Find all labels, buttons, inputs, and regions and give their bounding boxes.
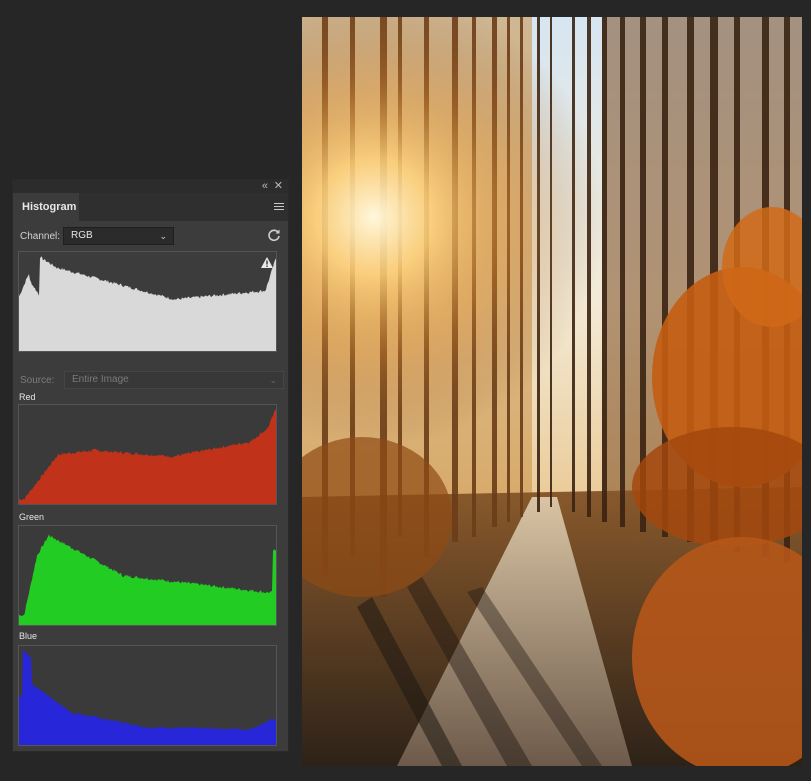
blue-histogram [18,645,277,746]
blue-channel-label: Blue [19,631,38,641]
red-histogram-area [19,409,276,504]
green-histogram-area [19,534,276,625]
panel-menu-icon[interactable] [274,203,284,211]
rgb-histogram-area [19,256,276,351]
chevron-down-icon: ⌄ [159,231,167,241]
panel-tab-row: Histogram [13,193,288,221]
source-select-value: Entire Image [72,374,129,385]
forest-photo [302,17,802,766]
channel-select-value: RGB [71,230,93,241]
red-histogram [18,404,277,505]
double-chevron-left-icon[interactable]: « [262,179,268,193]
histogram-panel: « ✕ Histogram Channel: RGB ⌄ Source: Ent… [12,179,289,752]
channel-select[interactable]: RGB ⌄ [63,227,174,245]
tab-histogram[interactable]: Histogram [13,193,79,221]
green-channel-label: Green [19,512,45,522]
close-icon[interactable]: ✕ [274,179,283,193]
source-select[interactable]: Entire Image ⌄ [64,371,284,389]
panel-title-bar[interactable]: « ✕ [13,180,288,193]
forest-photo-image [302,17,802,766]
green-histogram [18,525,277,626]
chevron-down-icon: ⌄ [269,375,277,385]
source-label: Source: [20,375,55,386]
red-channel-label: Red [19,392,36,402]
blue-histogram-area [19,649,276,745]
refresh-icon[interactable] [267,228,281,242]
channel-label: Channel: [20,231,61,242]
rgb-histogram [18,251,277,352]
cache-warning-icon[interactable] [260,256,274,269]
